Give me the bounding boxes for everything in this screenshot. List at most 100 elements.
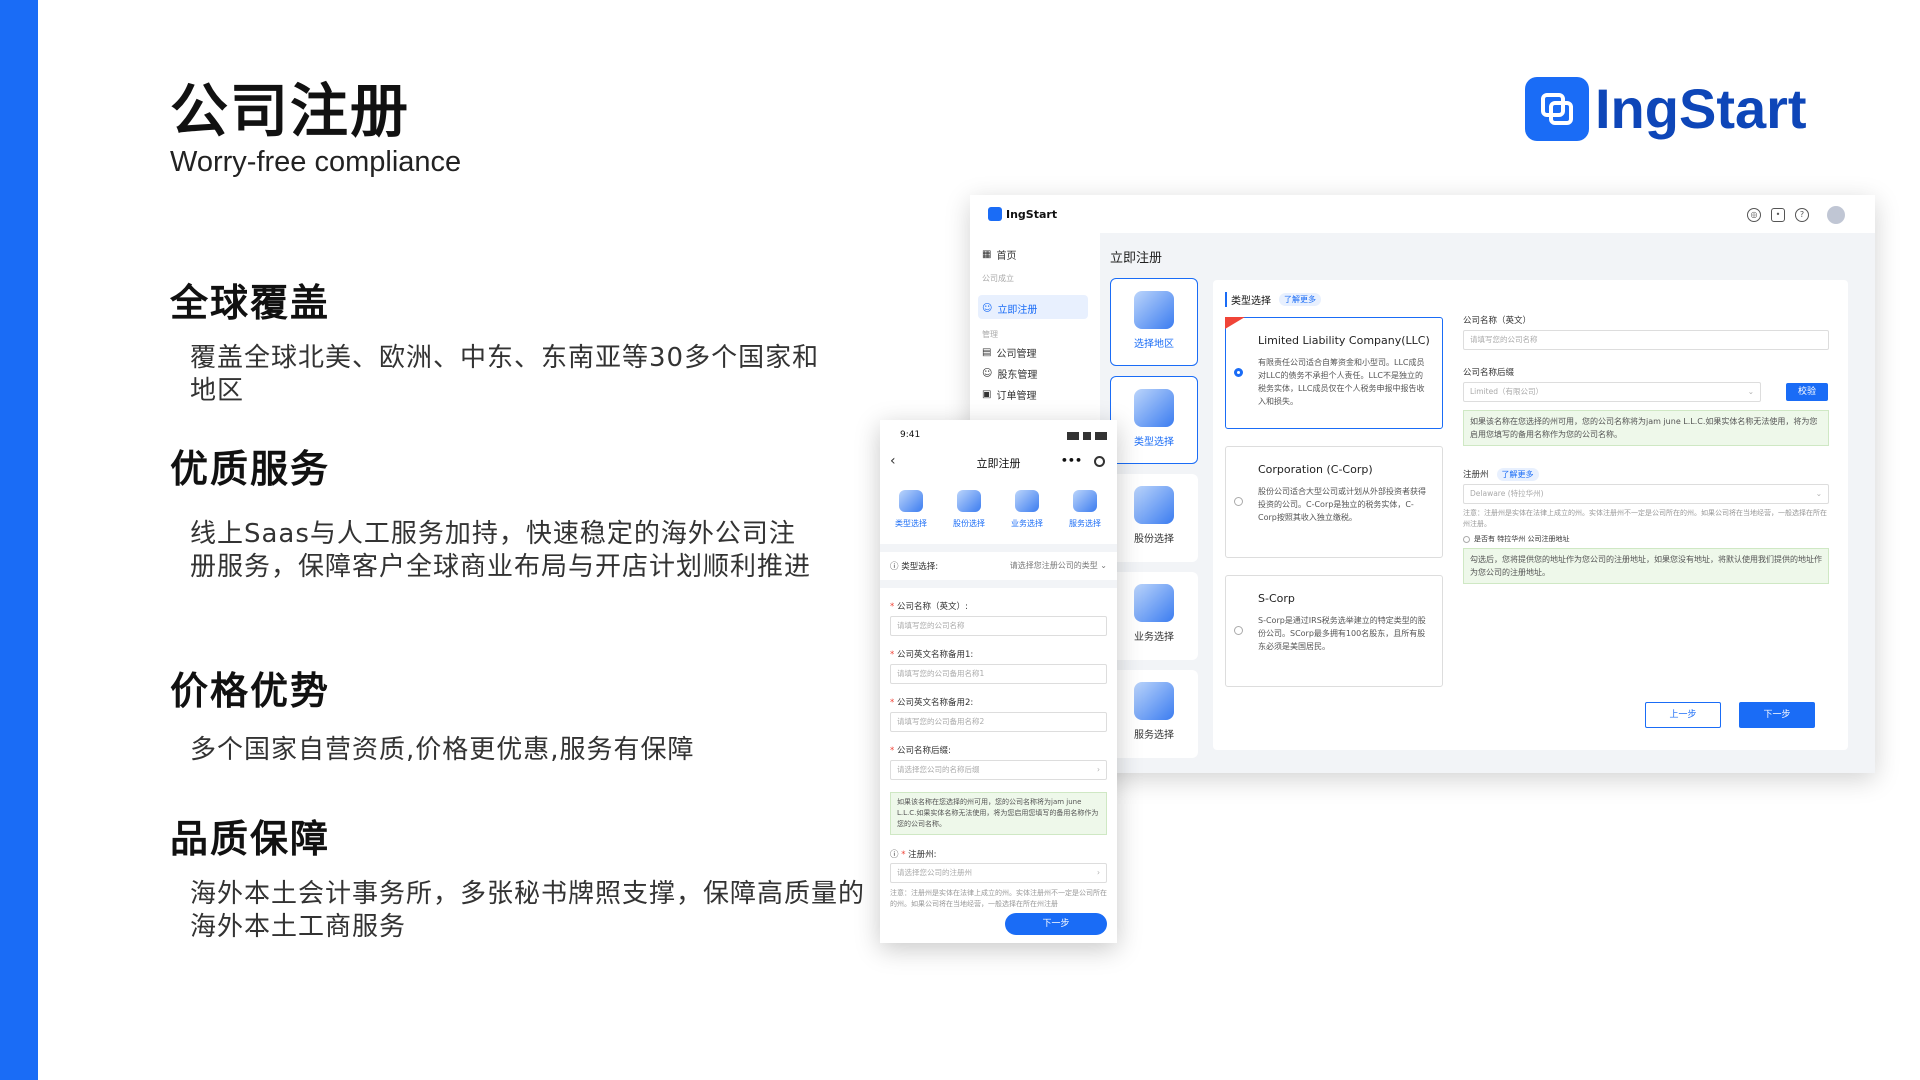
chevron-right-icon: › bbox=[1097, 765, 1100, 774]
option-ccorp[interactable]: Corporation (C-Corp) 股份公司适合大型公司或计划从外部投资者… bbox=[1225, 446, 1443, 558]
status-time: 9:41 bbox=[900, 430, 921, 440]
order-icon: ▣ bbox=[982, 389, 992, 400]
field-label-text: 公司英文名称备用1: bbox=[896, 650, 974, 660]
suffix-label: 公司名称后缀 bbox=[1463, 368, 1515, 378]
radio-icon[interactable] bbox=[1463, 536, 1470, 543]
logo-icon bbox=[988, 207, 1002, 221]
mobile-step[interactable]: 业务选择 bbox=[1002, 490, 1052, 529]
hot-ribbon bbox=[1225, 317, 1245, 329]
suffix-select[interactable]: 请选择您公司的名称后缀 › bbox=[890, 760, 1107, 780]
nav-orders[interactable]: ▣ 订单管理 bbox=[982, 387, 1036, 402]
page-subtitle: Worry-free compliance bbox=[170, 146, 462, 178]
type-value: 请选择您注册公司的类型 bbox=[1009, 561, 1098, 570]
step-label: 股份选择 bbox=[1134, 534, 1174, 545]
bell-icon[interactable]: • bbox=[1771, 208, 1785, 222]
people-icon: ☺ bbox=[982, 368, 993, 379]
nav-group-label: 公司成立 bbox=[982, 274, 1014, 283]
option-name: Limited Liability Company(LLC) bbox=[1258, 334, 1430, 347]
nav-home[interactable]: ▦ 首页 bbox=[982, 247, 1016, 262]
desktop-brand: IngStart bbox=[1006, 207, 1058, 221]
option-llc[interactable]: Limited Liability Company(LLC) 有限责任公司适合自… bbox=[1225, 317, 1443, 429]
state-select[interactable]: 请选择您公司的注册州 › bbox=[890, 863, 1107, 883]
suffix-select[interactable]: Limited（有限公司） ⌄ bbox=[1463, 382, 1761, 402]
mobile-step[interactable]: 服务选择 bbox=[1060, 490, 1110, 529]
check-button[interactable]: 校验 bbox=[1786, 383, 1828, 401]
shares-icon bbox=[957, 490, 981, 512]
type-icon bbox=[899, 490, 923, 512]
mobile-step[interactable]: 股份选择 bbox=[944, 490, 994, 529]
nav-register[interactable]: ☺ 立即注册 bbox=[982, 301, 1037, 316]
chevron-down-icon: ⌄ bbox=[1747, 387, 1754, 396]
desktop-page-title: 立即注册 bbox=[1110, 251, 1163, 266]
type-select[interactable]: 请选择您注册公司的类型 ⌄ bbox=[1010, 560, 1107, 571]
state-label: 注册州 bbox=[1463, 470, 1489, 480]
step-shares[interactable]: 股份选择 bbox=[1110, 474, 1198, 562]
avatar[interactable] bbox=[1827, 206, 1845, 224]
suffix-value: Limited（有限公司） bbox=[1470, 387, 1543, 396]
alt-name-1-input[interactable]: 请填写您的公司备用名称1 bbox=[890, 664, 1107, 684]
divider bbox=[880, 580, 1117, 588]
step-label: 服务选择 bbox=[1134, 730, 1174, 741]
address-note: 勾选后，您将提供您的地址作为您公司的注册地址，如果您没有地址，将默认使用我们提供… bbox=[1463, 548, 1829, 584]
mobile-next-button[interactable]: 下一步 bbox=[1005, 913, 1107, 935]
step-type[interactable]: 类型选择 bbox=[1110, 376, 1198, 464]
chevron-right-icon: › bbox=[1097, 868, 1100, 877]
mobile-step-label: 类型选择 bbox=[895, 519, 927, 528]
next-button[interactable]: 下一步 bbox=[1739, 702, 1815, 728]
feature-desc: 覆盖全球北美、欧洲、中东、东南亚等30多个国家和地区 bbox=[190, 343, 820, 406]
name-label: 公司名称（英文） bbox=[1463, 316, 1532, 326]
card-title: 类型选择 了解更多 bbox=[1225, 292, 1321, 307]
mobile-mockup: 9:41 ‹ 立即注册 ••• 类型选择 股份选择 业务选择 服务选择 ⓘ 类型… bbox=[880, 420, 1117, 943]
user-icon: ☺ bbox=[982, 303, 993, 314]
feature-desc: 多个国家自营资质,价格更优惠,服务有保障 bbox=[190, 735, 695, 765]
step-region[interactable]: 选择地区 bbox=[1110, 278, 1198, 366]
field-label: * 公司英文名称备用1: bbox=[890, 650, 974, 660]
feature-desc: 海外本土会计事务所，多张秘书牌照支撑，保障高质量的海外本土工商服务 bbox=[190, 879, 866, 942]
radio-icon[interactable] bbox=[1234, 368, 1243, 377]
feature-title: 价格优势 bbox=[170, 669, 331, 713]
state-tip: 注意：注册州是实体在法律上成立的州。实体注册州不一定是公司所在的州。如果公司将在… bbox=[1463, 509, 1827, 528]
company-name-input[interactable]: 请填写您的公司名称 bbox=[1463, 330, 1829, 350]
name-note: 如果该名称在您选择的州可用，您的公司名称将为jam june L.L.C.如果实… bbox=[1463, 410, 1829, 446]
state-label: 注册州: bbox=[908, 850, 937, 860]
field-label: * 公司英文名称备用2: bbox=[890, 698, 974, 708]
type-row[interactable]: ⓘ 类型选择: bbox=[890, 560, 938, 572]
brand-name: IngStart bbox=[1595, 77, 1807, 140]
nav-home-label: 首页 bbox=[996, 251, 1017, 262]
suffix-placeholder: 请选择您公司的名称后缀 bbox=[897, 765, 980, 774]
learn-more-link[interactable]: 了解更多 bbox=[1496, 468, 1539, 481]
globe-icon[interactable]: ◎ bbox=[1747, 208, 1761, 222]
name-note: 如果该名称在您选择的州可用，您的公司名称将为jam june L.L.C.如果实… bbox=[890, 792, 1107, 835]
help-icon: ⓘ bbox=[890, 850, 899, 860]
nav-shareholder[interactable]: ☺ 股东管理 bbox=[982, 366, 1037, 381]
divider bbox=[880, 544, 1117, 552]
grid-icon: ▦ bbox=[982, 249, 992, 260]
target-icon[interactable] bbox=[1094, 456, 1105, 467]
mobile-step[interactable]: 类型选择 bbox=[886, 490, 936, 529]
region-icon bbox=[1134, 291, 1174, 329]
option-desc: 股份公司适合大型公司或计划从外部投资者获得投资的公司。C-Corp是独立的税务实… bbox=[1258, 487, 1426, 522]
radio-icon[interactable] bbox=[1234, 497, 1243, 506]
nav-register-label: 立即注册 bbox=[997, 305, 1038, 316]
company-name-input[interactable]: 请填写您的公司名称 bbox=[890, 616, 1107, 636]
nav-orders-label: 订单管理 bbox=[996, 391, 1037, 402]
nav-company[interactable]: ▤ 公司管理 bbox=[982, 345, 1036, 360]
feature-desc: 线上Saas与人工服务加持，快速稳定的海外公司注册服务，保障客户全球商业布局与开… bbox=[190, 519, 812, 582]
alt-name-2-input[interactable]: 请填写您的公司备用名称2 bbox=[890, 712, 1107, 732]
business-icon bbox=[1015, 490, 1039, 512]
state-select[interactable]: Delaware (特拉华州) ⌄ bbox=[1463, 484, 1829, 504]
prev-button[interactable]: 上一步 bbox=[1645, 702, 1721, 728]
radio-icon[interactable] bbox=[1234, 626, 1243, 635]
address-checkbox[interactable]: 是否有 特拉华州 公司注册地址 bbox=[1463, 534, 1829, 545]
service-icon bbox=[1134, 682, 1174, 720]
more-icon[interactable]: ••• bbox=[1061, 454, 1082, 467]
learn-more-link[interactable]: 了解更多 bbox=[1279, 293, 1321, 306]
option-scorp[interactable]: S-Corp S-Corp是通过IRS税务选举建立的特定类型的股份公司。SCor… bbox=[1225, 575, 1443, 687]
feature-title: 品质保障 bbox=[170, 817, 331, 861]
step-business[interactable]: 业务选择 bbox=[1110, 572, 1198, 660]
step-service[interactable]: 服务选择 bbox=[1110, 670, 1198, 758]
desktop-logo[interactable]: IngStart bbox=[988, 207, 1057, 221]
help-icon[interactable]: ? bbox=[1795, 208, 1809, 222]
checkbox-label: 是否有 特拉华州 公司注册地址 bbox=[1474, 535, 1570, 543]
field-label: * 公司名称（英文）: bbox=[890, 602, 968, 612]
